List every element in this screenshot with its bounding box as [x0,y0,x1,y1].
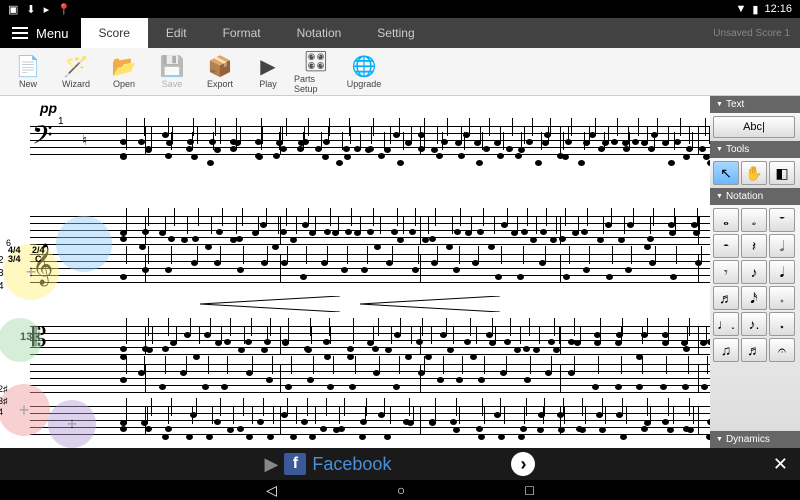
facebook-icon: f [284,453,306,475]
keysig-flat-palette[interactable]: + [48,400,96,448]
notation-7[interactable]: ♪ [741,260,767,284]
notation-14[interactable]: 𝆺 [769,312,795,336]
notation-10[interactable]: 𝅘𝅥𝅯 [741,286,767,310]
nav-home[interactable]: ○ [397,482,405,498]
toolbar-play[interactable]: ▶Play [246,50,290,94]
panel-tools-header[interactable]: Tools [710,141,800,158]
hamburger-icon [12,27,28,39]
text-insert-button[interactable]: Abc| [713,116,795,138]
menu-button[interactable]: Menu [0,18,81,48]
tab-score[interactable]: Score [81,18,148,48]
ad-arrow-icon[interactable]: › [511,452,535,476]
ad-banner[interactable]: ▶ f Facebook › ✕ [0,448,800,480]
notation-6[interactable]: 𝄾 [713,260,739,284]
tab-setting[interactable]: Setting [359,18,432,48]
toolbar-parts-setup[interactable]: 🎛Parts Setup [294,50,338,94]
bass-clef-icon: 𝄢 [32,122,53,154]
notation-12[interactable]: ♩. [713,312,739,336]
notation-11[interactable]: 𝆹 [769,286,795,310]
toolbar-new[interactable]: 📄New [6,50,50,94]
toolbar-export[interactable]: 📦Export [198,50,242,94]
note-palette[interactable] [56,216,112,272]
play-icon: ▸ [44,3,50,16]
toolbar-wizard[interactable]: 🪄Wizard [54,50,98,94]
panel-text-header[interactable]: Text [710,96,800,113]
tab-edit[interactable]: Edit [148,18,205,48]
tool-2[interactable]: ◧ [769,161,795,185]
tab-notation[interactable]: Notation [279,18,360,48]
notation-16[interactable]: ♬ [741,338,767,362]
toolbar: 📄New🪄Wizard📂Open💾Save📦Export▶Play🎛Parts … [0,48,800,96]
menubar: Menu Score Edit Format Notation Setting … [0,18,800,48]
wifi-icon: ▼ [736,3,747,15]
notation-0[interactable]: 𝅝 [713,208,739,232]
clef-palette[interactable] [0,318,42,362]
panel-dynamics-header[interactable]: Dynamics [710,431,800,448]
ad-close-button[interactable]: ✕ [773,454,788,475]
toolbar-open[interactable]: 📂Open [102,50,146,94]
toolbar-upgrade[interactable]: 🌐Upgrade [342,50,386,94]
android-statusbar: ▣ ⬇ ▸ 📍 ▼ ▮ 12:16 [0,0,800,18]
nav-back[interactable]: ◁ [266,482,277,499]
image-icon: ▣ [8,3,18,16]
tool-1[interactable]: ✋ [741,161,767,185]
tab-format[interactable]: Format [205,18,279,48]
download-icon: ⬇ [26,3,35,16]
pin-icon: 📍 [57,3,71,16]
dynamic-marking: pp [40,100,57,116]
notation-9[interactable]: ♬ [713,286,739,310]
battery-icon: ▮ [752,3,758,16]
notation-3[interactable]: 𝄼 [713,234,739,258]
nav-recent[interactable]: □ [525,482,533,498]
notation-2[interactable]: 𝄻 [769,208,795,232]
notation-5[interactable]: 𝅗𝅥 [769,234,795,258]
notation-4[interactable]: 𝄽 [741,234,767,258]
score-canvas[interactable]: pp 𝄢 1 ♮ 6 𝄞 𝄡 13 [0,96,710,448]
right-panel: Text Abc| Tools ↖✋◧ Notation 𝅝𝅗𝄻 𝄼𝄽𝅗𝅥 𝄾♪𝅘𝅥… [710,96,800,448]
tool-0[interactable]: ↖ [713,161,739,185]
clock: 12:16 [764,3,792,15]
document-title: Unsaved Score 1 [713,28,800,39]
notation-1[interactable]: 𝅗 [741,208,767,232]
notation-8[interactable]: 𝅘𝅥 [769,260,795,284]
android-navbar: ◁ ○ □ [0,480,800,500]
notation-15[interactable]: ♫ [713,338,739,362]
notation-17[interactable]: 𝄐 [769,338,795,362]
toolbar-save: 💾Save [150,50,194,94]
panel-notation-header[interactable]: Notation [710,188,800,205]
notation-13[interactable]: ♪. [741,312,767,336]
